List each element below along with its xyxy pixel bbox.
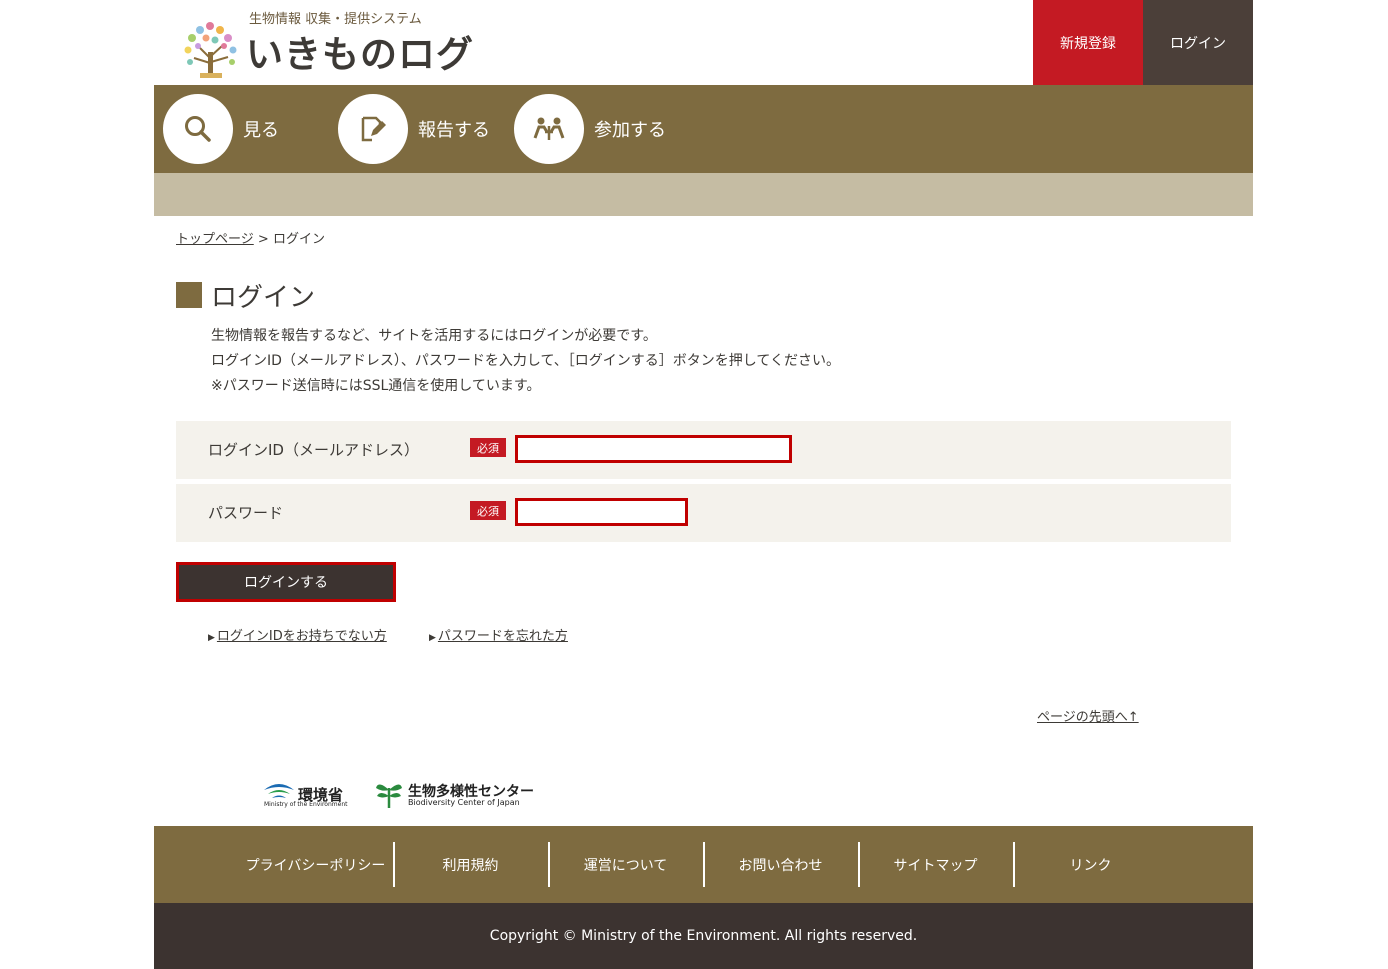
- intro-text: 生物情報を報告するなど、サイトを活用するにはログインが必要です。 ログインID（…: [211, 324, 840, 399]
- breadcrumb: トップページ > ログイン: [176, 228, 325, 247]
- triangle-right-icon: ▶: [208, 633, 215, 643]
- page: 生物情報 収集・提供システム いきものログ 新規登録 ログイン 見る 報告する …: [154, 0, 1253, 969]
- nav-icon-circle: [514, 94, 584, 164]
- required-badge: 必須: [470, 438, 506, 457]
- footer-link-contact[interactable]: お問い合わせ: [703, 842, 858, 887]
- password-input[interactable]: [515, 498, 688, 526]
- sprout-icon: [376, 784, 402, 808]
- intro-line: 生物情報を報告するなど、サイトを活用するにはログインが必要です。: [211, 328, 657, 344]
- footer-link-links[interactable]: リンク: [1013, 842, 1168, 887]
- intro-line: ログインID（メールアドレス）、パスワードを入力して、［ログインする］ボタンを押…: [211, 353, 840, 369]
- moe-logo[interactable]: 環境省 Ministry of the Environment: [262, 780, 357, 810]
- intro-line: ※パスワード送信時にはSSL通信を使用しています。: [211, 378, 541, 394]
- footer-link-about[interactable]: 運営について: [548, 842, 703, 887]
- footer-nav: プライバシーポリシー 利用規約 運営について お問い合わせ サイトマップ リンク: [154, 826, 1253, 903]
- page-top-link[interactable]: ページの先頭へ↑: [1037, 706, 1139, 725]
- site-header: 生物情報 収集・提供システム いきものログ 新規登録 ログイン: [154, 0, 1253, 85]
- copyright: Copyright © Ministry of the Environment.…: [154, 903, 1253, 969]
- nav-item-label: 見る: [243, 120, 279, 141]
- password-label: パスワード: [208, 504, 284, 522]
- logo-title: いきものログ: [246, 33, 474, 76]
- triangle-right-icon: ▶: [429, 633, 436, 643]
- no-id-link-item: ▶ ログインIDをお持ちでない方: [208, 625, 387, 644]
- login-id-label: ログインID（メールアドレス）: [208, 441, 419, 459]
- moe-emblem-icon: [264, 784, 294, 798]
- nav-item-label: 参加する: [594, 120, 666, 141]
- footer-link-terms[interactable]: 利用規約: [393, 842, 548, 887]
- global-nav: 見る 報告する 参加する: [154, 85, 1253, 173]
- search-icon: [185, 116, 211, 142]
- forgot-password-link[interactable]: パスワードを忘れた方: [438, 629, 568, 644]
- nav-item-join[interactable]: 参加する: [514, 94, 666, 164]
- login-id-input[interactable]: [515, 435, 792, 463]
- nav-item-label: 報告する: [418, 120, 490, 141]
- nav-icon-circle: [338, 94, 408, 164]
- forgot-password-link-item: ▶ パスワードを忘れた方: [429, 625, 568, 644]
- footer-link-privacy[interactable]: プライバシーポリシー: [238, 842, 393, 887]
- header-login-button[interactable]: ログイン: [1143, 0, 1253, 85]
- required-badge: 必須: [470, 501, 506, 520]
- nav-item-report[interactable]: 報告する: [338, 94, 490, 164]
- edit-icon: [361, 116, 386, 142]
- login-submit-button[interactable]: ログインする: [176, 562, 396, 602]
- people-icon: [533, 117, 565, 140]
- nav-icon-circle: [163, 94, 233, 164]
- tree-logo-icon: [184, 22, 237, 78]
- nav-item-view[interactable]: 見る: [163, 94, 279, 164]
- login-id-row: ログインID（メールアドレス） 必須: [176, 421, 1231, 479]
- site-logo[interactable]: 生物情報 収集・提供システム いきものログ: [182, 6, 482, 80]
- no-id-link[interactable]: ログインIDをお持ちでない方: [217, 629, 387, 644]
- footer-link-sitemap[interactable]: サイトマップ: [858, 842, 1013, 887]
- breadcrumb-current: ログイン: [272, 232, 325, 247]
- moe-english-name: Ministry of the Environment: [264, 801, 348, 808]
- title-marker: [176, 282, 202, 308]
- page-title: ログイン: [211, 283, 316, 313]
- breadcrumb-home-link[interactable]: トップページ: [176, 232, 254, 247]
- bcj-logo[interactable]: 生物多様性センター Biodiversity Center of Japan: [374, 778, 534, 812]
- bcj-english-name: Biodiversity Center of Japan: [408, 798, 520, 807]
- sub-nav-band: [154, 173, 1253, 216]
- breadcrumb-separator: >: [257, 232, 269, 247]
- password-row: パスワード 必須: [176, 484, 1231, 542]
- register-button[interactable]: 新規登録: [1033, 0, 1143, 85]
